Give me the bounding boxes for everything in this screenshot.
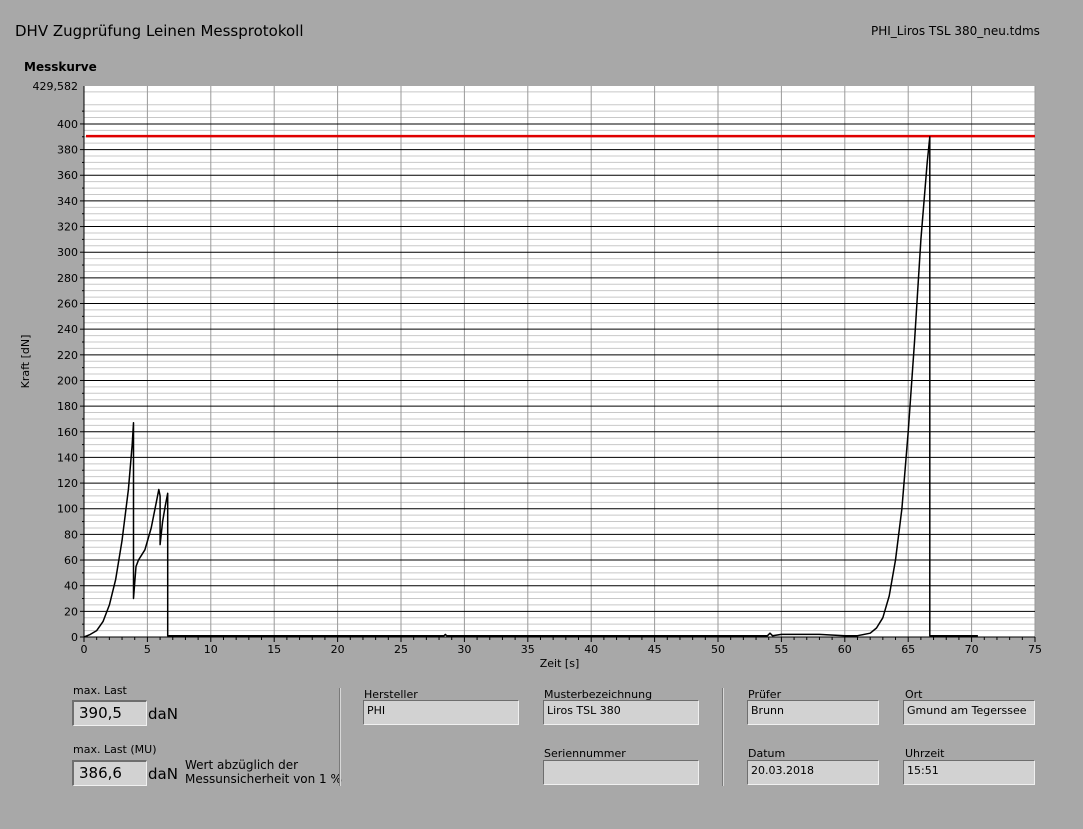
y-tick-label: 120 bbox=[57, 477, 78, 490]
y-tick-label: 240 bbox=[57, 323, 78, 336]
y-tick-label: 220 bbox=[57, 349, 78, 362]
max-load-value: 390,5 bbox=[72, 700, 147, 726]
x-tick-label: 45 bbox=[648, 643, 662, 656]
uncertainty-note-line1: Wert abzüglich der bbox=[185, 758, 299, 772]
y-tick-label: 300 bbox=[57, 246, 78, 259]
date-label: Datum bbox=[748, 747, 786, 760]
y-tick-label: 80 bbox=[64, 528, 78, 541]
x-tick-label: 40 bbox=[584, 643, 598, 656]
serial-number-field[interactable] bbox=[543, 760, 699, 785]
y-tick-label: 200 bbox=[57, 374, 78, 387]
y-tick-label: 340 bbox=[57, 195, 78, 208]
x-tick-label: 15 bbox=[267, 643, 281, 656]
y-tick-label: 380 bbox=[57, 144, 78, 157]
time-label: Uhrzeit bbox=[905, 747, 945, 760]
max-load-unit: daN bbox=[148, 705, 178, 723]
y-tick-label: 400 bbox=[57, 118, 78, 131]
max-load-label: max. Last bbox=[73, 684, 127, 697]
y-axis-title: Kraft [dN] bbox=[19, 335, 32, 389]
max-load-mu-label: max. Last (MU) bbox=[73, 743, 157, 756]
uncertainty-note-line2: Messunsicherheit von 1 % bbox=[185, 772, 342, 786]
y-tick-label: 280 bbox=[57, 272, 78, 285]
location-field[interactable]: Gmund am Tegerssee bbox=[903, 700, 1035, 725]
tester-field[interactable]: Brunn bbox=[747, 700, 879, 725]
x-tick-label: 75 bbox=[1028, 643, 1042, 656]
separator-2 bbox=[722, 688, 724, 786]
x-tick-label: 50 bbox=[711, 643, 725, 656]
x-tick-label: 25 bbox=[394, 643, 408, 656]
separator-1 bbox=[339, 688, 341, 786]
x-tick-label: 70 bbox=[965, 643, 979, 656]
y-tick-label: 60 bbox=[64, 554, 78, 567]
y-tick-label: 20 bbox=[64, 605, 78, 618]
y-tick-label: 160 bbox=[57, 426, 78, 439]
x-tick-label: 60 bbox=[838, 643, 852, 656]
x-tick-label: 35 bbox=[521, 643, 535, 656]
x-tick-label: 5 bbox=[144, 643, 151, 656]
x-tick-label: 30 bbox=[457, 643, 471, 656]
y-tick-label: 360 bbox=[57, 169, 78, 182]
x-tick-label: 65 bbox=[901, 643, 915, 656]
y-tick-label: 100 bbox=[57, 503, 78, 516]
x-tick-label: 55 bbox=[774, 643, 788, 656]
x-tick-label: 0 bbox=[81, 643, 88, 656]
y-max-label: 429,582 bbox=[33, 80, 79, 93]
date-field[interactable]: 20.03.2018 bbox=[747, 760, 879, 785]
force-time-chart: 0 5 10 15 20 25 30 35 40 45 50 55 60 65 70 75 0 20 40 60 80 1… bbox=[19, 80, 1042, 670]
y-tick-label: 180 bbox=[57, 400, 78, 413]
serial-number-label: Seriennummer bbox=[544, 747, 626, 760]
time-field[interactable]: 15:51 bbox=[903, 760, 1035, 785]
manufacturer-field[interactable]: PHI bbox=[363, 700, 519, 725]
max-load-mu-unit: daN bbox=[148, 765, 178, 783]
y-tick-label: 320 bbox=[57, 221, 78, 234]
x-tick-label: 10 bbox=[204, 643, 218, 656]
y-tick-label: 0 bbox=[71, 631, 78, 644]
x-axis-title: Zeit [s] bbox=[540, 657, 579, 670]
x-tick-label: 20 bbox=[331, 643, 345, 656]
y-tick-label: 260 bbox=[57, 298, 78, 311]
y-tick-label: 40 bbox=[64, 580, 78, 593]
max-load-mu-value: 386,6 bbox=[72, 760, 147, 786]
y-tick-label: 140 bbox=[57, 451, 78, 464]
sample-name-field[interactable]: Liros TSL 380 bbox=[543, 700, 699, 725]
